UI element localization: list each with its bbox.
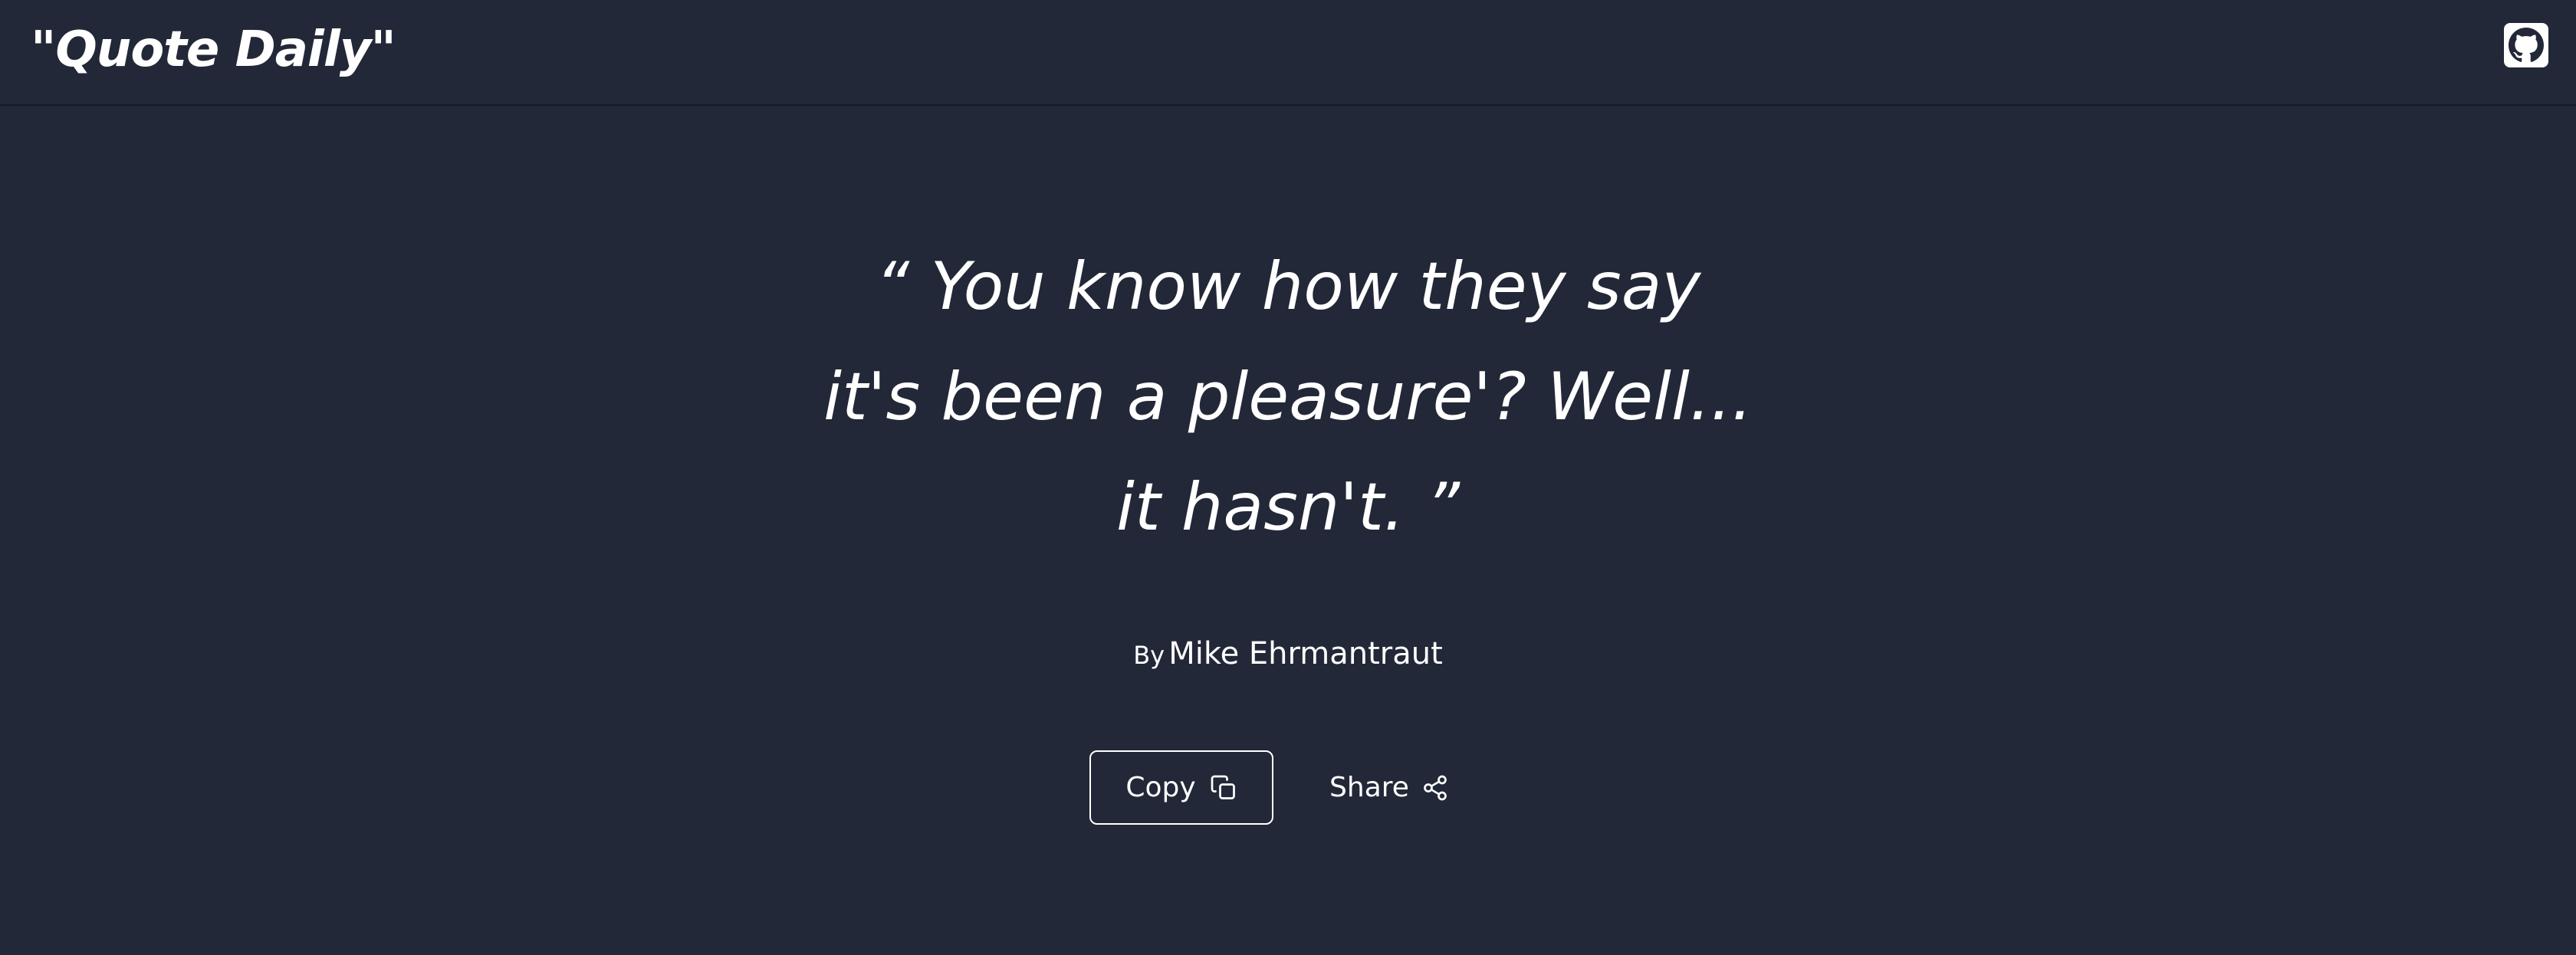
app-logo-title[interactable]: "Quote Daily" xyxy=(31,21,396,78)
author-by-label: By xyxy=(1133,641,1165,670)
github-link[interactable] xyxy=(2504,23,2548,67)
quote-author: By Mike Ehrmantraut xyxy=(828,636,1748,671)
share-icon xyxy=(1421,774,1449,802)
app-header: "Quote Daily" xyxy=(0,0,2576,106)
copy-button-label: Copy xyxy=(1125,772,1196,803)
share-button[interactable]: Share xyxy=(1320,750,1458,825)
share-button-label: Share xyxy=(1329,772,1409,803)
quote-line: it's been a pleasure'? Well... xyxy=(823,359,1753,435)
copy-icon xyxy=(1210,774,1237,802)
quote-text: “ You know how they say it's been a plea… xyxy=(598,231,1978,563)
quote-line: it hasn't. ” xyxy=(1116,469,1460,546)
copy-button[interactable]: Copy xyxy=(1089,750,1273,825)
author-name: Mike Ehrmantraut xyxy=(1168,636,1443,671)
github-icon xyxy=(2509,28,2544,63)
quote-line: “ You know how they say xyxy=(875,248,1701,325)
